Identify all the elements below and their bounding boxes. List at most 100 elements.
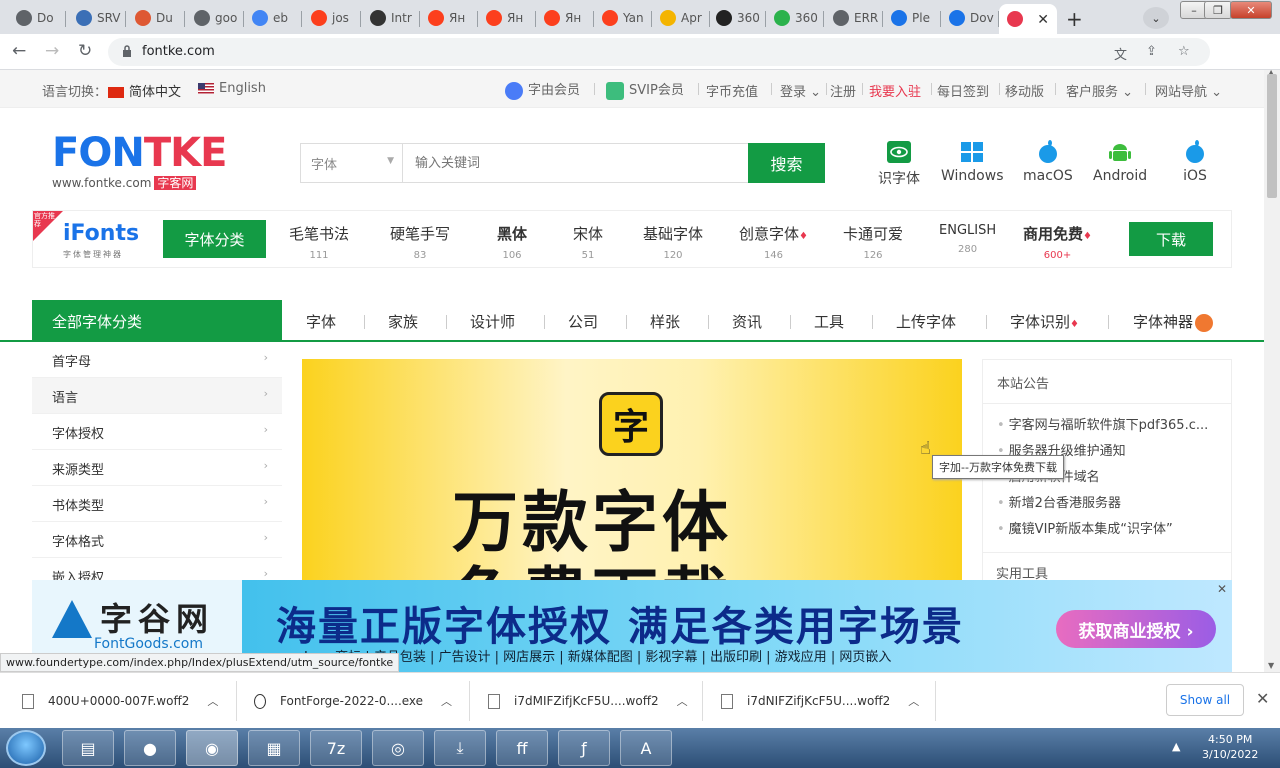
browser-tab[interactable]: Du — [127, 4, 185, 32]
new-tab-button[interactable]: + — [1066, 7, 1083, 31]
platform-windows[interactable]: Windows — [941, 140, 1004, 184]
register-link[interactable]: 注册 — [830, 81, 856, 100]
lang-cn-link[interactable]: 简体中文 — [108, 81, 181, 100]
explorer-taskbar-icon[interactable]: ▤ — [62, 730, 114, 766]
forward-icon[interactable]: → — [45, 41, 59, 61]
sidebar-item-style[interactable]: 书体类型 › — [32, 486, 282, 522]
start-button[interactable] — [6, 730, 46, 766]
scroll-down-icon[interactable]: ▼ — [1268, 661, 1274, 670]
browser-tab[interactable]: ERR — [825, 4, 883, 32]
category-item[interactable]: 宋体 51 — [573, 223, 603, 261]
browser-tab[interactable]: goo — [186, 4, 244, 32]
site-nav-link[interactable]: 网站导航 ⌄ — [1155, 81, 1222, 100]
mobile-link[interactable]: 移动版 — [1005, 81, 1044, 100]
nav-news[interactable]: 资讯 — [732, 311, 762, 332]
downloads-taskbar-icon[interactable]: ⤓ — [434, 730, 486, 766]
site-logo[interactable]: FONTKE — [52, 130, 227, 176]
category-item[interactable]: 基础字体 120 — [643, 223, 703, 261]
chevron-up-icon[interactable]: ︿ — [677, 693, 688, 709]
browser-tab[interactable]: Ян — [420, 4, 478, 32]
platform-macos[interactable]: macOS — [1023, 140, 1073, 184]
nav-family[interactable]: 家族 — [388, 311, 418, 332]
chevron-up-icon[interactable]: ︿ — [441, 693, 452, 709]
browser-tab[interactable]: Dov — [941, 4, 999, 32]
search-category-select[interactable]: 字体 ▼ — [301, 144, 403, 182]
download-item[interactable]: i7dNIFZifjKcF5U....woff2 ︿ — [721, 685, 919, 717]
category-item[interactable]: 商用免费♦ 600+ — [1023, 223, 1092, 261]
bookmark-star-icon[interactable]: ☆ — [1178, 44, 1190, 59]
svip-link[interactable]: SVIP会员 — [606, 79, 684, 100]
download-item[interactable]: i7dMIFZifjKcF5U....woff2 ︿ — [488, 685, 688, 717]
ad-close-icon[interactable]: ✕ — [1217, 582, 1227, 596]
platform-android[interactable]: Android — [1093, 140, 1147, 184]
browser-tab[interactable]: Apr — [652, 4, 710, 32]
app-taskbar-icon[interactable]: A — [620, 730, 672, 766]
system-clock[interactable]: 4:50 PM 3/10/2022 — [1202, 732, 1258, 762]
category-item[interactable]: 创意字体♦ 146 — [739, 223, 808, 261]
back-icon[interactable]: ← — [12, 41, 26, 61]
firefox-taskbar-icon[interactable]: ● — [124, 730, 176, 766]
fontforge-taskbar-icon[interactable]: ff — [496, 730, 548, 766]
sidebar-item-license[interactable]: 字体授权 › — [32, 414, 282, 450]
sidebar-item-source[interactable]: 来源类型 › — [32, 450, 282, 486]
browser-tab[interactable]: Ян — [536, 4, 594, 32]
control-panel-taskbar-icon[interactable]: ▦ — [248, 730, 300, 766]
translate-icon[interactable]: 文 — [1114, 44, 1127, 63]
category-item[interactable]: 黑体 106 — [497, 223, 527, 261]
browser-tab[interactable]: Yan — [594, 4, 652, 32]
font-editor-taskbar-icon[interactable]: ƒ — [558, 730, 610, 766]
nav-samples[interactable]: 样张 — [650, 311, 680, 332]
show-all-downloads-button[interactable]: Show all — [1166, 684, 1244, 716]
chrome-taskbar-icon[interactable]: ◉ — [186, 730, 238, 766]
vip-link[interactable]: 字由会员 — [505, 79, 580, 100]
nav-company[interactable]: 公司 — [568, 311, 598, 332]
restore-button[interactable]: ❐ — [1204, 1, 1232, 19]
platform-identify[interactable]: 识字体 — [878, 140, 920, 188]
lang-en-link[interactable]: English — [198, 81, 266, 96]
nav-designer[interactable]: 设计师 — [470, 311, 515, 332]
category-item[interactable]: 毛笔书法 111 — [289, 223, 349, 261]
sidebar-item-language[interactable]: 语言 › — [32, 378, 282, 414]
ifonts-logo[interactable]: 官方推荐 iFonts 字体管理神器 — [33, 211, 153, 267]
tab-close-icon[interactable]: ✕ — [1037, 12, 1049, 28]
browser-tab[interactable]: jos — [303, 4, 361, 32]
browser-tab[interactable]: Intr — [362, 4, 420, 32]
scrollbar-thumb[interactable] — [1267, 74, 1277, 198]
sidebar-item-initial[interactable]: 首字母 › — [32, 342, 282, 378]
download-item[interactable]: FontForge-2022-0....exe ︿ — [254, 685, 452, 717]
search-button[interactable]: 搜索 — [748, 143, 825, 183]
close-shelf-icon[interactable]: ✕ — [1256, 689, 1269, 708]
nav-tools[interactable]: 工具 — [814, 311, 844, 332]
nav-upload-font[interactable]: 上传字体 — [896, 311, 956, 332]
get-license-button[interactable]: 获取商业授权 › — [1056, 610, 1216, 648]
browser-tab[interactable]: SRV — [68, 4, 126, 32]
category-item[interactable]: 硬笔手写 83 — [390, 223, 450, 261]
browser-tab[interactable]: Do — [8, 4, 66, 32]
download-button[interactable]: 下载 — [1129, 222, 1213, 256]
category-item[interactable]: ENGLISH 280 — [939, 223, 996, 255]
search-input[interactable] — [405, 144, 745, 182]
browser-tab[interactable]: eb — [244, 4, 302, 32]
share-icon[interactable]: ⇪ — [1146, 44, 1157, 59]
checkin-link[interactable]: 每日签到 — [937, 81, 989, 100]
window-close-button[interactable]: ✕ — [1230, 1, 1272, 19]
scrollbar[interactable]: ▲ ▼ — [1264, 68, 1280, 672]
promo-banner[interactable]: 字 万款字体 免费下载 — [302, 359, 962, 637]
browser-tab[interactable]: Ple — [883, 4, 941, 32]
join-link[interactable]: 我要入驻 — [869, 81, 921, 100]
all-categories-button[interactable]: 全部字体分类 — [32, 300, 282, 342]
category-item[interactable]: 卡通可爱 126 — [843, 223, 903, 261]
browser-tab[interactable]: ✕ — [999, 4, 1057, 34]
tray-icon[interactable]: ▲ — [1172, 740, 1180, 753]
reload-icon[interactable]: ↻ — [78, 41, 92, 61]
notice-item[interactable]: 新增2台香港服务器 — [997, 492, 1227, 511]
omnibox[interactable]: fontke.com 文 ⇪ ☆ — [108, 38, 1210, 66]
recharge-link[interactable]: 字币充值 — [706, 81, 758, 100]
font-category-button[interactable]: 字体分类 — [163, 220, 266, 258]
browser-tab[interactable]: Ян — [478, 4, 536, 32]
platform-ios[interactable]: iOS — [1182, 140, 1208, 184]
7zip-taskbar-icon[interactable]: 7z — [310, 730, 362, 766]
login-link[interactable]: 登录 ⌄ — [780, 81, 821, 100]
tab-search-button[interactable]: ⌄ — [1143, 7, 1169, 29]
nav-font-tool[interactable]: 字体神器 — [1133, 311, 1214, 332]
